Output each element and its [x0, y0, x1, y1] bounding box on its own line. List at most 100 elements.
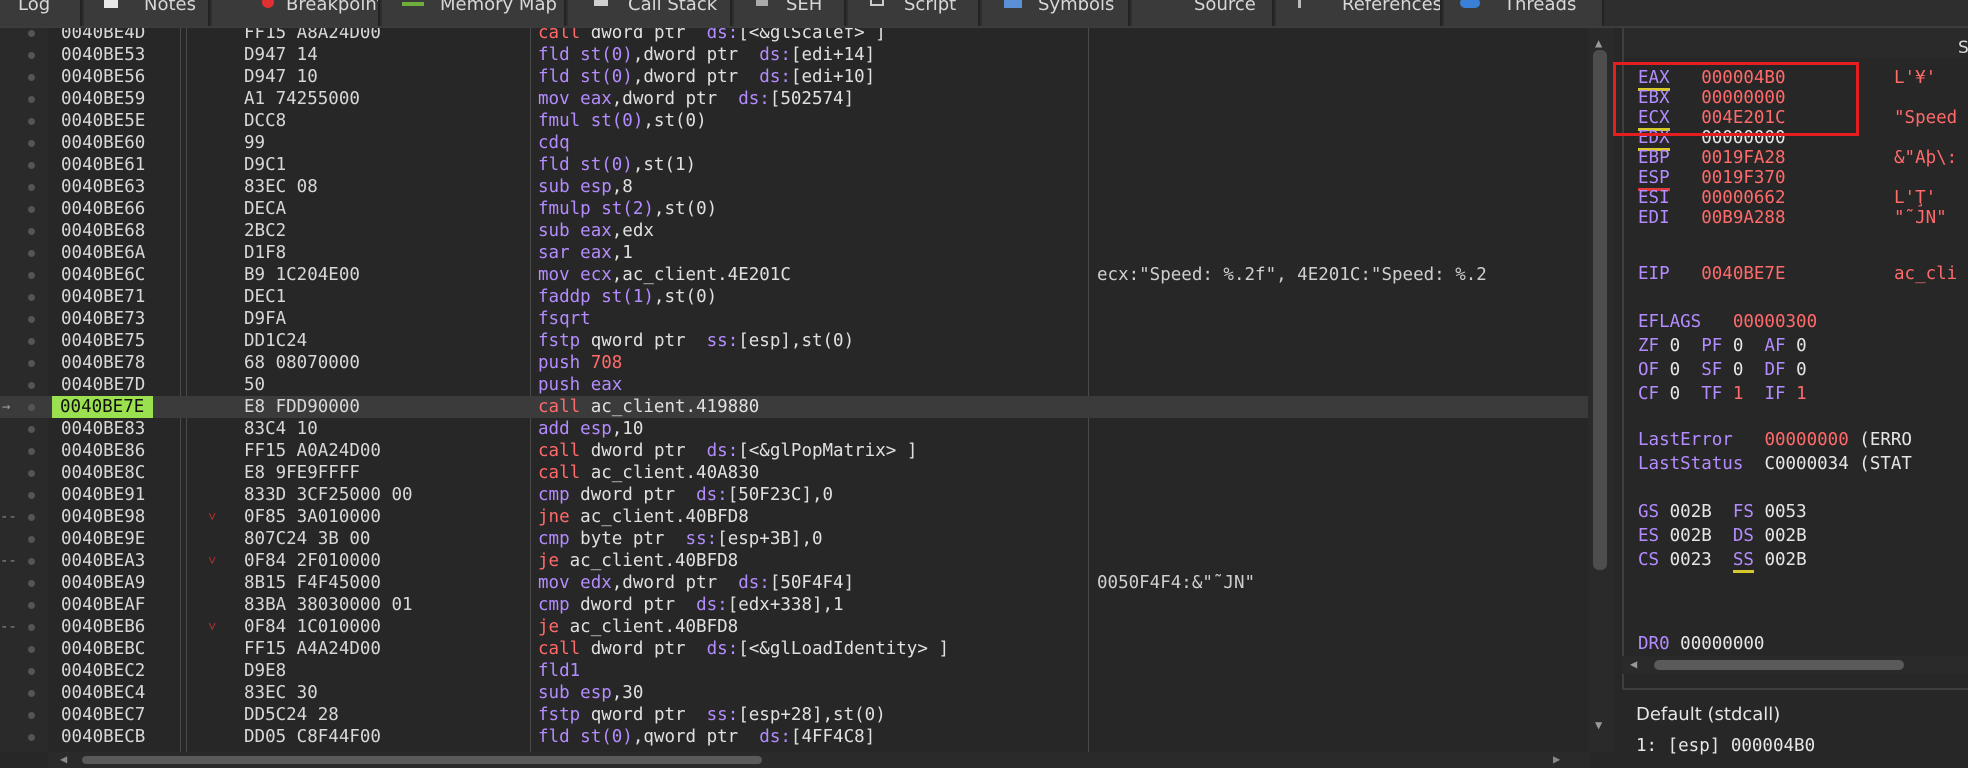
- instruction-cell[interactable]: mov edx,dword ptr ds:[50F4F4]: [538, 572, 854, 594]
- scroll-left-arrow-icon[interactable]: ◀: [1630, 657, 1637, 671]
- address-cell[interactable]: 0040BE66: [58, 198, 148, 220]
- address-cell[interactable]: 0040BE75: [58, 330, 148, 352]
- breakpoint-dot-icon[interactable]: [28, 734, 35, 741]
- address-cell[interactable]: 0040BEC2: [58, 660, 148, 682]
- address-cell[interactable]: 0040BE9E: [58, 528, 148, 550]
- address-cell[interactable]: 0040BE53: [58, 44, 148, 66]
- disasm-row[interactable]: 0040BE61 D9C1 fld st(0),st(1): [0, 154, 1590, 176]
- current-instruction-row[interactable]: → 0040BE7E E8 FDD90000 call ac_client.41988…: [0, 396, 1590, 418]
- tab-breakpoints[interactable]: Breakpoints: [212, 0, 380, 26]
- disasm-row[interactable]: 0040BE73 D9FA fsqrt: [0, 308, 1590, 330]
- address-cell[interactable]: 0040BEC7: [58, 704, 148, 726]
- address-cell[interactable]: 0040BEA9: [58, 572, 148, 594]
- tab-source[interactable]: Source: [1132, 0, 1274, 26]
- instruction-cell[interactable]: fld st(0),dword ptr ds:[edi+10]: [538, 66, 875, 88]
- flag-value[interactable]: 0: [1796, 336, 1807, 356]
- address-cell[interactable]: 0040BECB: [58, 726, 148, 748]
- address-cell[interactable]: 0040BEB6: [58, 616, 148, 638]
- address-cell[interactable]: 0040BE68: [58, 220, 148, 242]
- disasm-row[interactable]: 0040BE75 DD1C24 fstp qword ptr ss:[esp],st…: [0, 330, 1590, 352]
- flag-value[interactable]: 0: [1670, 360, 1681, 380]
- breakpoint-dot-icon[interactable]: [28, 580, 35, 587]
- breakpoint-dot-icon[interactable]: [28, 470, 35, 477]
- instruction-cell[interactable]: call dword ptr ds:[<&glScalef> ]: [538, 28, 886, 44]
- breakpoint-dot-icon[interactable]: [28, 646, 35, 653]
- registers-tab-label[interactable]: S: [1958, 38, 1968, 58]
- calling-convention-label[interactable]: Default (stdcall): [1636, 704, 1780, 725]
- instruction-cell[interactable]: cmp dword ptr ds:[edx+338],1: [538, 594, 844, 616]
- address-cell[interactable]: 0040BE78: [58, 352, 148, 374]
- flag-value[interactable]: 1: [1796, 384, 1807, 404]
- scrollbar-thumb[interactable]: [82, 756, 762, 764]
- breakpoint-dot-icon[interactable]: [28, 74, 35, 81]
- instruction-cell[interactable]: sub esp,30: [538, 682, 643, 704]
- breakpoint-dot-icon[interactable]: [28, 668, 35, 675]
- instruction-cell[interactable]: cmp dword ptr ds:[50F23C],0: [538, 484, 833, 506]
- disasm-row[interactable]: 0040BE86 FF15 A0A24D00 call dword ptr ds:[…: [0, 440, 1590, 462]
- address-cell[interactable]: 0040BE98: [58, 506, 148, 528]
- address-cell[interactable]: 0040BEA3: [58, 550, 148, 572]
- disasm-row[interactable]: 0040BEC2 D9E8 fld1: [0, 660, 1590, 682]
- instruction-cell[interactable]: add esp,10: [538, 418, 643, 440]
- breakpoint-dot-icon[interactable]: [28, 690, 35, 697]
- disasm-row[interactable]: 0040BEBC FF15 A4A24D00 call dword ptr ds:[…: [0, 638, 1590, 660]
- instruction-cell[interactable]: mov ecx,ac_client.4E201C: [538, 264, 791, 286]
- instruction-cell[interactable]: fld st(0),st(1): [538, 154, 696, 176]
- breakpoint-dot-icon[interactable]: [28, 316, 35, 323]
- address-cell[interactable]: 0040BE8C: [58, 462, 148, 484]
- instruction-cell[interactable]: cmp byte ptr ss:[esp+3B],0: [538, 528, 823, 550]
- instruction-cell[interactable]: sub esp,8: [538, 176, 633, 198]
- address-cell[interactable]: 0040BE6C: [58, 264, 148, 286]
- segment-value[interactable]: 002B: [1764, 526, 1806, 546]
- address-cell[interactable]: 0040BEBC: [58, 638, 148, 660]
- scrollbar-thumb[interactable]: [1654, 660, 1904, 670]
- disasm-row[interactable]: -- ˅ 0040BE98 0F85 3A010000 jne ac_client.40…: [0, 506, 1590, 528]
- instruction-cell[interactable]: fmul st(0),st(0): [538, 110, 707, 132]
- disasm-row[interactable]: 0040BE78 68 08070000 push 708: [0, 352, 1590, 374]
- instruction-cell[interactable]: fld st(0),qword ptr ds:[4FF4C8]: [538, 726, 875, 748]
- disasm-row[interactable]: 0040BE53 D947 14 fld st(0),dword ptr ds:[e…: [0, 44, 1590, 66]
- register-value[interactable]: 00000300: [1733, 312, 1817, 332]
- breakpoint-dot-icon[interactable]: [28, 272, 35, 279]
- address-cell[interactable]: 0040BE73: [58, 308, 148, 330]
- register-value[interactable]: 0040BE7E: [1701, 264, 1785, 284]
- register-value[interactable]: 00000662: [1701, 188, 1785, 208]
- instruction-cell[interactable]: fld1: [538, 660, 580, 682]
- breakpoint-dot-icon[interactable]: [28, 52, 35, 59]
- disasm-row[interactable]: 0040BE71 DEC1 faddp st(1),st(0): [0, 286, 1590, 308]
- breakpoint-dot-icon[interactable]: [28, 96, 35, 103]
- breakpoint-dot-icon[interactable]: [28, 514, 35, 521]
- register-value[interactable]: 0019F370: [1701, 168, 1785, 188]
- disasm-row[interactable]: -- ˅ 0040BEA3 0F84 2F010000 je ac_client.40B…: [0, 550, 1590, 572]
- breakpoint-dot-icon[interactable]: [28, 118, 35, 125]
- address-cell[interactable]: 0040BE71: [58, 286, 148, 308]
- register-value[interactable]: 00000000: [1680, 634, 1764, 650]
- segment-value[interactable]: 0053: [1764, 502, 1806, 522]
- breakpoint-dot-icon[interactable]: [28, 294, 35, 301]
- disasm-row[interactable]: 0040BE6C B9 1C204E00 mov ecx,ac_client.4E2…: [0, 264, 1590, 286]
- instruction-cell[interactable]: call dword ptr ds:[<&glPopMatrix> ]: [538, 440, 917, 462]
- disassembly-horizontal-scrollbar[interactable]: ◀ ▶: [48, 752, 1590, 768]
- breakpoint-dot-icon[interactable]: [28, 448, 35, 455]
- breakpoint-dot-icon[interactable]: [28, 558, 35, 565]
- instruction-cell[interactable]: je ac_client.40BFD8: [538, 550, 738, 572]
- tab-symbols[interactable]: Symbols: [982, 0, 1130, 26]
- disassembly-vertical-scrollbar[interactable]: ▲ ▼: [1588, 28, 1614, 752]
- disasm-row[interactable]: 0040BE83 83C4 10 add esp,10: [0, 418, 1590, 440]
- breakpoint-dot-icon[interactable]: [28, 30, 35, 37]
- scroll-left-arrow-icon[interactable]: ◀: [60, 752, 67, 766]
- disasm-row[interactable]: 0040BE56 D947 10 fld st(0),dword ptr ds:[e…: [0, 66, 1590, 88]
- scroll-down-arrow-icon[interactable]: ▼: [1595, 718, 1602, 732]
- disasm-row[interactable]: 0040BE59 A1 74255000 mov eax,dword ptr ds:…: [0, 88, 1590, 110]
- address-cell[interactable]: 0040BE91: [58, 484, 148, 506]
- tab-memory-map[interactable]: Memory Map: [382, 0, 566, 26]
- disasm-row[interactable]: -- ˅ 0040BEB6 0F84 1C010000 je ac_client.40B…: [0, 616, 1590, 638]
- disasm-row[interactable]: 0040BE4D FF15 A8A24D00 call dword ptr ds:[…: [0, 28, 1590, 44]
- segment-value[interactable]: 002B: [1670, 526, 1712, 546]
- address-cell[interactable]: 0040BE83: [58, 418, 148, 440]
- disassembly-view[interactable]: 0040BE4D FF15 A8A24D00 call dword ptr ds:[…: [0, 28, 1590, 752]
- instruction-cell[interactable]: fsqrt: [538, 308, 591, 330]
- breakpoint-dot-icon[interactable]: [28, 360, 35, 367]
- tab-references[interactable]: References: [1276, 0, 1442, 26]
- address-cell[interactable]: 0040BEC4: [58, 682, 148, 704]
